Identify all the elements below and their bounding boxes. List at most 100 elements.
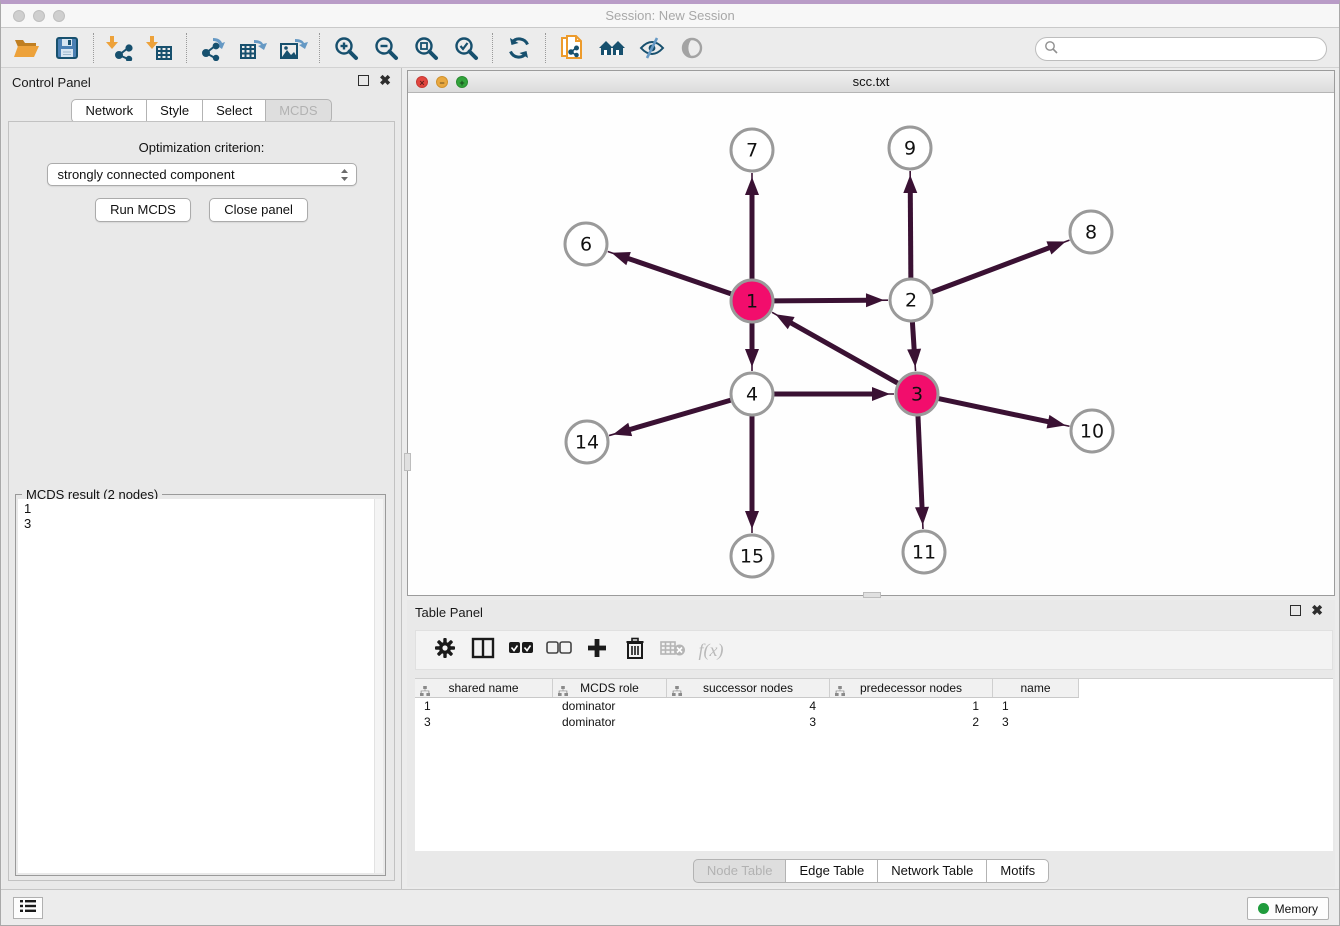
show-column-button[interactable] xyxy=(464,635,502,665)
run-mcds-button[interactable]: Run MCDS xyxy=(95,198,191,222)
graph-edge-arrow xyxy=(745,349,759,367)
network-window-title: scc.txt xyxy=(408,74,1334,89)
tab-network-table[interactable]: Network Table xyxy=(877,859,987,883)
export-table-button[interactable] xyxy=(233,32,273,64)
close-table-panel-icon[interactable]: ✖ xyxy=(1311,605,1323,616)
graph-edge-3-10[interactable] xyxy=(939,399,1050,423)
table-delete-icon xyxy=(660,639,686,662)
export-image-button[interactable] xyxy=(273,32,313,64)
table-cell[interactable]: 1 xyxy=(830,698,993,714)
window-title: Session: New Session xyxy=(1,8,1339,23)
graph-node-label-8: 8 xyxy=(1085,222,1097,244)
hierarchy-icon xyxy=(672,683,682,701)
graph-node-label-11: 11 xyxy=(912,542,936,564)
apply-layout-button[interactable] xyxy=(499,32,539,64)
mcds-result-text[interactable]: 1 3 xyxy=(18,499,374,873)
delete-column-button[interactable] xyxy=(616,635,654,665)
import-table-icon xyxy=(146,35,174,61)
splitter-grip-left[interactable] xyxy=(404,453,411,471)
zoom-selected-button[interactable] xyxy=(446,32,486,64)
memory-button[interactable]: Memory xyxy=(1247,897,1329,920)
houses-icon xyxy=(597,36,627,60)
float-panel-icon[interactable] xyxy=(358,75,369,86)
hierarchy-icon xyxy=(835,683,845,701)
table-cell[interactable]: dominator xyxy=(553,714,667,730)
duplicate-network-button[interactable] xyxy=(552,32,592,64)
zoom-fit-button[interactable] xyxy=(406,32,446,64)
graph-edge-3-1[interactable] xyxy=(789,322,897,383)
plus-icon xyxy=(587,638,607,663)
graph-edge-arrow xyxy=(1047,415,1066,429)
column-header-MCDS-role[interactable]: MCDS role xyxy=(553,679,667,697)
memory-label: Memory xyxy=(1275,902,1318,916)
table-panel: Table Panel ✖ xyxy=(407,600,1335,887)
zoom-in-button[interactable] xyxy=(326,32,366,64)
column-header-successor-nodes[interactable]: successor nodes xyxy=(667,679,830,697)
graph-edge-2-8[interactable] xyxy=(932,247,1051,292)
column-header-predecessor-nodes[interactable]: predecessor nodes xyxy=(830,679,993,697)
network-window-titlebar[interactable]: × − + scc.txt xyxy=(408,71,1334,93)
tab-motifs[interactable]: Motifs xyxy=(986,859,1049,883)
toolbar-separator xyxy=(492,33,493,63)
network-canvas[interactable]: 7968124314101511 xyxy=(408,93,1334,595)
open-session-button[interactable] xyxy=(7,32,47,64)
search-icon xyxy=(1044,40,1058,59)
optimization-criterion-select[interactable]: strongly connected component xyxy=(47,163,357,186)
import-table-button[interactable] xyxy=(140,32,180,64)
toolbar-separator xyxy=(186,33,187,63)
documents-share-icon xyxy=(558,34,586,62)
table-cell[interactable]: 3 xyxy=(667,714,830,730)
graph-edge-1-6[interactable] xyxy=(627,258,732,294)
table-settings-button[interactable] xyxy=(426,635,464,665)
table-cell[interactable]: 1 xyxy=(415,698,553,714)
create-column-button[interactable] xyxy=(578,635,616,665)
float-table-panel-icon[interactable] xyxy=(1290,605,1301,616)
main-toolbar xyxy=(1,29,1339,68)
list-icon xyxy=(19,899,37,918)
table-cell[interactable]: 3 xyxy=(415,714,553,730)
table-row[interactable]: 3dominator323 xyxy=(415,714,1079,730)
zoom-selected-icon xyxy=(453,35,479,61)
search-box[interactable] xyxy=(1035,37,1327,61)
hide-graphics-details-button[interactable] xyxy=(632,32,672,64)
close-panel-icon[interactable]: ✖ xyxy=(379,75,391,86)
function-builder-button[interactable]: f(x) xyxy=(692,635,730,665)
search-input[interactable] xyxy=(1062,42,1326,56)
column-header-shared-name[interactable]: shared name xyxy=(415,679,553,697)
table-cell[interactable]: 1 xyxy=(993,698,1079,714)
tab-mcds[interactable]: MCDS xyxy=(265,99,331,123)
import-network-button[interactable] xyxy=(100,32,140,64)
tab-edge-table[interactable]: Edge Table xyxy=(785,859,878,883)
table-cell[interactable]: 2 xyxy=(830,714,993,730)
graph-edge-2-9[interactable] xyxy=(910,191,911,278)
tab-style[interactable]: Style xyxy=(146,99,203,123)
graph-edge-1-2[interactable] xyxy=(774,300,868,301)
tab-node-table[interactable]: Node Table xyxy=(693,859,787,883)
memory-status-icon xyxy=(1258,903,1269,914)
export-network-button[interactable] xyxy=(193,32,233,64)
zoom-out-button[interactable] xyxy=(366,32,406,64)
mcds-result-scrollbar[interactable] xyxy=(374,499,383,873)
houses-button[interactable] xyxy=(592,32,632,64)
folder-open-icon xyxy=(13,36,41,60)
tab-network[interactable]: Network xyxy=(71,99,147,123)
show-graphics-details-button[interactable] xyxy=(672,32,712,64)
task-history-button[interactable] xyxy=(13,897,43,919)
tab-select[interactable]: Select xyxy=(202,99,266,123)
deselect-all-columns-button[interactable] xyxy=(540,635,578,665)
table-row[interactable]: 1dominator411 xyxy=(415,698,1079,714)
graph-node-label-3: 3 xyxy=(911,384,923,406)
table-cell[interactable]: 3 xyxy=(993,714,1079,730)
graph-edge-4-14[interactable] xyxy=(628,400,731,430)
table-cell[interactable]: 4 xyxy=(667,698,830,714)
column-header-name[interactable]: name xyxy=(993,679,1079,697)
splitter-grip-bottom[interactable] xyxy=(863,592,881,598)
graph-edge-3-11[interactable] xyxy=(918,416,922,509)
zoom-out-icon xyxy=(373,35,399,61)
table-cell[interactable]: dominator xyxy=(553,698,667,714)
save-session-button[interactable] xyxy=(47,32,87,64)
close-panel-button[interactable]: Close panel xyxy=(209,198,308,222)
delete-table-button[interactable] xyxy=(654,635,692,665)
select-all-columns-button[interactable] xyxy=(502,635,540,665)
graph-edge-2-3[interactable] xyxy=(912,322,914,351)
